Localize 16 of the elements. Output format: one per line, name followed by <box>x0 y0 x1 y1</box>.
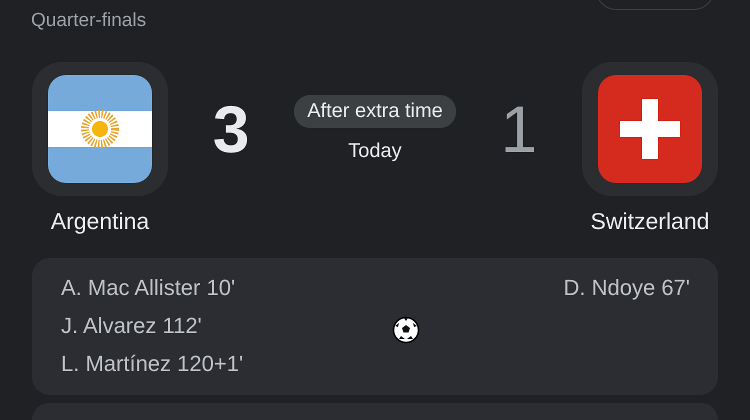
team-score: 3 <box>212 96 250 162</box>
flag-tile[interactable] <box>582 62 718 196</box>
flag-icon <box>48 75 152 183</box>
goal-scorer: A. Mac Allister 10' <box>61 276 236 300</box>
stage-label: Quarter-finals <box>31 10 146 32</box>
flag-tile[interactable] <box>32 62 168 196</box>
goal-scorer: D. Ndoye 67' <box>564 276 690 300</box>
match-date: Today <box>348 140 402 163</box>
team-name: Switzerland <box>590 208 710 235</box>
status-chip: After extra time <box>294 95 456 128</box>
team-score: 1 <box>500 96 538 162</box>
team-name: Argentina <box>50 208 150 235</box>
goal-scorer: J. Alvarez 112' <box>61 314 203 338</box>
goal-scorer: L. Martínez 120+1' <box>61 352 244 376</box>
soccer-ball-icon <box>392 316 420 344</box>
flag-icon <box>598 75 702 183</box>
